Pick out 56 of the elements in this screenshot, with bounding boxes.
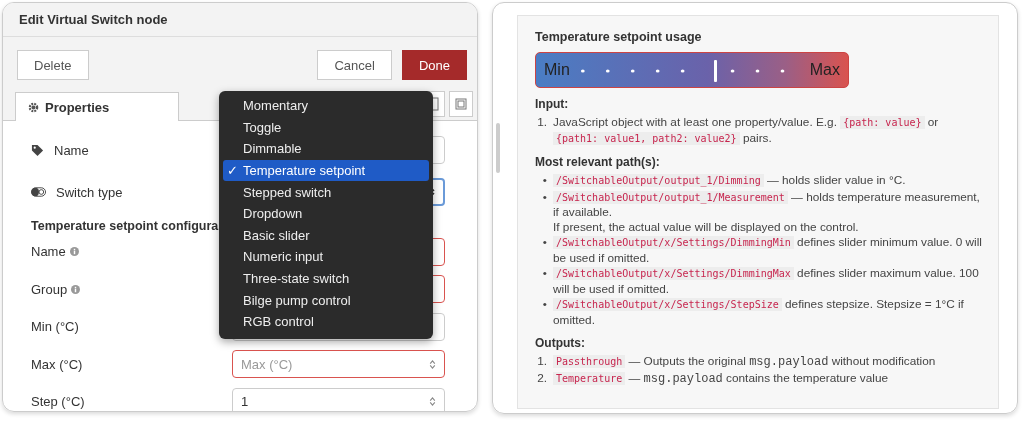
menu-item[interactable]: Toggle (223, 116, 429, 139)
max-label: Max (809, 61, 840, 79)
list-marker: 1. (536, 354, 547, 370)
list-marker: • (541, 235, 547, 251)
min-label: Min (544, 61, 570, 79)
input-field[interactable]: 1 (232, 387, 445, 411)
list-marker: • (541, 173, 547, 189)
list-item-text: /SwitchableOutput/output_1/Dimming — holds slider value in °C. (553, 173, 906, 189)
list-marker: • (541, 297, 547, 313)
menu-item[interactable]: ✓ Temperature setpoint (223, 159, 429, 182)
spinner-icon (429, 396, 436, 408)
list-item-text: /SwitchableOutput/output_1/Measurement — holds temperature measurement, if available. If present, the actual value will be displayed on the control. (553, 189, 981, 234)
menu-item[interactable]: RGB control (223, 310, 429, 333)
expand-icon (454, 97, 468, 111)
section-heading: Most relevant path(s): (535, 155, 661, 169)
gear-icon (28, 101, 39, 113)
list-item-text: Temperature — msg.payload contains the temperature value (553, 370, 889, 386)
field-label: Name (31, 244, 66, 260)
properties-tab[interactable]: Properties (15, 92, 179, 121)
list-item-text: /SwitchableOutput/x/Settings/DimmingMin defines slider minimum value. 0 will be used if omitted. (553, 235, 982, 265)
list-item-text: /SwitchableOutput/x/Settings/StepSize defines stepsize. Stepsize = 1°C if omitted. (553, 297, 965, 327)
done-button[interactable]: Done (401, 50, 467, 80)
field-label: Switch type (56, 184, 123, 200)
list-marker: • (541, 266, 547, 282)
menu-item[interactable]: Dimmable (223, 138, 429, 160)
delete-button[interactable]: Delete (17, 50, 89, 80)
scrollbar[interactable] (496, 123, 500, 173)
field-label: Group (31, 281, 68, 297)
help-title: Temperature setpoint usage (535, 30, 703, 44)
menu-item[interactable]: Numeric input (223, 246, 429, 268)
list-marker: • (541, 189, 547, 206)
spinner-icon (429, 358, 436, 370)
menu-item[interactable]: Stepped switch (223, 181, 429, 203)
list-item-text: JavaScript object with at least one property/value. E.g. {path: value} or {path1: value1, path2: value2} pairs. (553, 115, 940, 146)
field-label: Name (54, 142, 89, 158)
list-marker: 1. (536, 115, 547, 131)
info-icon (71, 284, 81, 294)
field-label: Min (°C) (31, 319, 79, 335)
tag-icon (31, 143, 44, 157)
menu-item[interactable]: Dropdown (223, 202, 429, 225)
list-marker: 2. (536, 370, 547, 386)
section-heading: Outputs: (535, 336, 586, 350)
dialog-title: Edit Virtual Switch node (19, 12, 168, 27)
menu-item[interactable]: Basic slider (223, 224, 429, 247)
list-item-text: /SwitchableOutput/x/Settings/DimmingMax defines slider maximum value. 100 will be used if omitted. (553, 266, 980, 296)
menu-item[interactable]: Momentary (223, 95, 429, 117)
toggle-icon (31, 187, 46, 197)
section-heading: Input: (535, 97, 570, 111)
menu-item[interactable]: Three-state switch (223, 267, 429, 290)
list-item-text: Passthrough — Outputs the original msg.payload without modification (553, 354, 936, 370)
section-heading: Temperature setpoint configura (31, 219, 220, 233)
field-label: Step (°C) (31, 394, 85, 410)
info-icon (69, 247, 79, 257)
cancel-button[interactable]: Cancel (317, 50, 392, 80)
field-label: Max (°C) (31, 356, 83, 372)
menu-item[interactable]: Bilge pump control (223, 289, 429, 311)
